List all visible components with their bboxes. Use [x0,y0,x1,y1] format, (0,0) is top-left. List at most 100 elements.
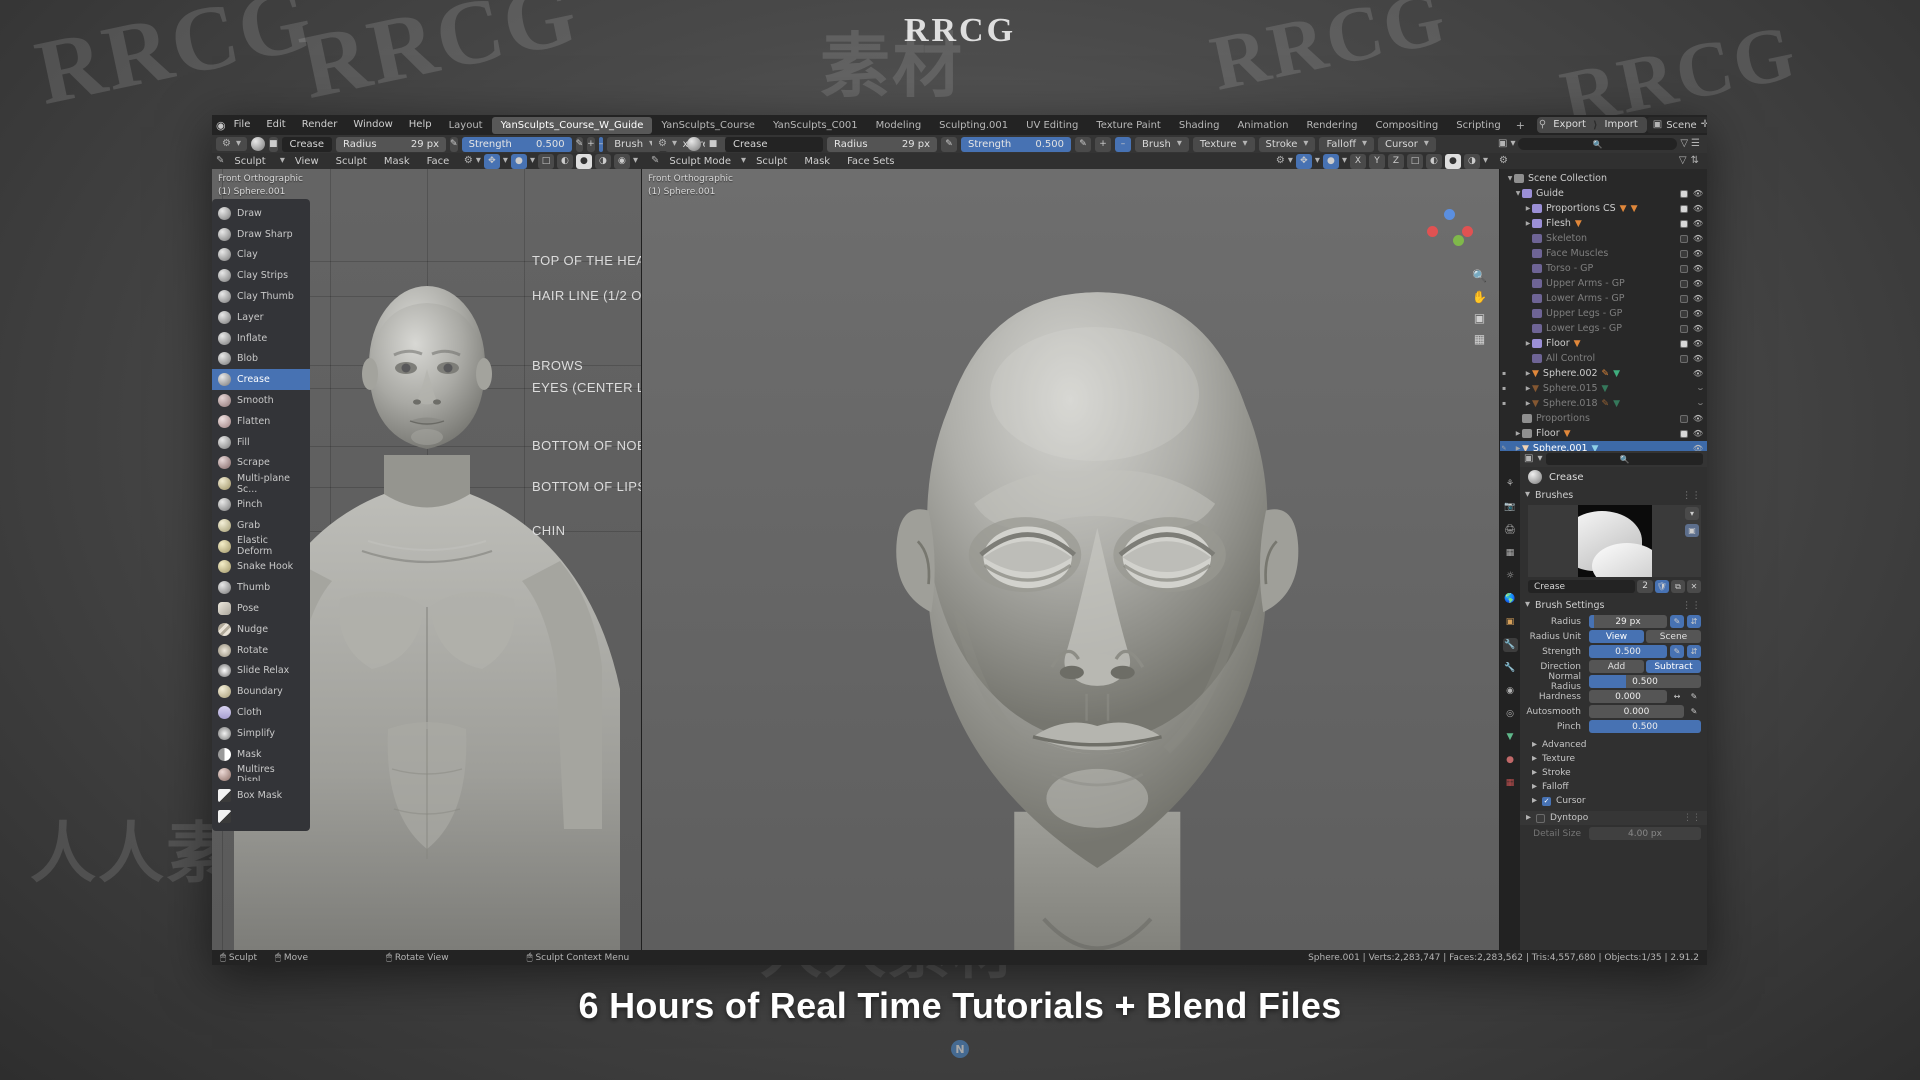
tab-yansculpts-course-w-guide[interactable]: YanSculpts_Course_W_Guide [491,116,653,134]
shading-solid-active-icon[interactable]: ● [1444,153,1461,169]
autosmooth-pressure-icon[interactable]: ✎ [1687,705,1701,718]
left-radius-slider[interactable]: Radius 29 px [336,136,447,152]
radius-slider[interactable]: 29 px [1589,615,1667,628]
outliner-row-upper-arms-gp[interactable]: Upper Arms - GP 👁 [1500,276,1707,291]
brush-tool-more[interactable] [212,806,310,827]
proportional-edit-icon[interactable]: ✥ [483,153,500,169]
left-direction-subtract-button[interactable]: – [598,136,604,152]
hardness-slider[interactable]: 0.000 [1589,690,1667,703]
gizmo-x-negative[interactable] [1427,226,1438,237]
menu-file[interactable]: File [226,116,259,134]
brush-tool-simplify[interactable]: Simplify [212,723,310,744]
outliner-row-lower-arms-gp[interactable]: Lower Arms - GP 👁 [1500,291,1707,306]
right-falloff-menu[interactable]: Falloff ▾ [1319,136,1374,152]
brush-tool-clay-thumb[interactable]: Clay Thumb [212,286,310,307]
outliner-row-guide[interactable]: ▼ Guide 👁 [1500,186,1707,201]
brush-tool-rotate[interactable]: Rotate [212,640,310,661]
eye-icon[interactable]: 👁 [1693,339,1703,348]
right-menu-sculpt[interactable]: Sculpt [749,154,794,169]
shading-solid-active-icon[interactable]: ● [575,153,592,169]
checkbox-enable[interactable] [1679,414,1688,423]
expand-icon[interactable]: ▶ [1514,445,1522,451]
checkbox-enable[interactable] [1679,354,1688,363]
menu-window[interactable]: Window [345,116,400,134]
outliner-row-floor-collection[interactable]: ▶ Floor ▼ 👁 [1500,336,1707,351]
new-scene-icon[interactable]: ✛ [1701,120,1707,130]
outliner-row-proportions[interactable]: Proportions 👁 [1500,411,1707,426]
eye-icon[interactable]: 👁 [1693,294,1703,303]
radius-pressure-icon[interactable]: ✎ [1670,615,1684,628]
shading-wireframe-icon[interactable]: □ [537,153,554,169]
outliner-row-sphere-018[interactable]: ▪ ▶ ▼ Sphere.018 ✎ ▼ ⌣ [1500,396,1707,411]
brush-tool-scrape[interactable]: Scrape [212,453,310,474]
advanced-section[interactable]: ▸ Advanced [1520,738,1707,752]
texture-section[interactable]: ▸ Texture [1520,752,1707,766]
outliner-row-skeleton[interactable]: Skeleton 👁 [1500,231,1707,246]
left-radius-pressure-toggle[interactable]: ✎ [450,136,458,152]
viewport-front-left[interactable]: TOP OF THE HEAD HAIR LINE (1/2 OF BROWS … [212,169,642,950]
brush-tool-box-mask[interactable]: Box Mask [212,785,310,806]
strength-row[interactable]: Strength 0.500 ✎ ⇵ [1524,645,1701,658]
right-radius-slider[interactable]: Radius 29 px [827,136,937,152]
tab-material[interactable]: ● [1503,753,1518,767]
checkbox-enable[interactable] [1679,249,1688,258]
eye-icon[interactable]: 👁 [1693,219,1703,228]
tab-modeling[interactable]: Modeling [867,117,931,134]
zoom-icon[interactable]: 🔍 [1472,269,1487,283]
snap-icon[interactable]: ⚙ [464,156,473,166]
tab-output[interactable]: 🖨 [1503,523,1518,537]
normal-radius-row[interactable]: Normal Radius 0.500 [1524,672,1701,692]
brush-tool-fill[interactable]: Fill [212,432,310,453]
brush-tool-clay[interactable]: Clay [212,245,310,266]
checkbox-enable[interactable] [1679,219,1688,228]
expand-icon[interactable]: ▼ [1506,175,1514,182]
tab-yansculpts-c001[interactable]: YanSculpts_C001 [764,117,867,134]
select-dot-icon[interactable]: ▪ [1500,370,1508,377]
right-brush-browse-button[interactable]: ■ [705,136,721,152]
outliner-row-sphere-015[interactable]: ▪ ▶ ▼ Sphere.015 ▼ ⌣ [1500,381,1707,396]
shading-material-icon[interactable]: ◐ [1425,153,1442,169]
proportional-edit-icon[interactable]: ✥ [1295,153,1312,169]
overlay-x-icon[interactable]: X [1349,153,1366,169]
radius-unified-icon[interactable]: ⇵ [1687,615,1701,628]
left-mode-selector[interactable]: Sculpt Mode [227,154,276,182]
tab-tool[interactable]: ⚘ [1503,477,1518,491]
properties-search-input[interactable]: 🔍 [1546,453,1703,465]
overlay-z-icon[interactable]: Z [1387,153,1404,169]
tab-view-layer[interactable]: ▦ [1503,546,1518,560]
brush-tool-boundary[interactable]: Boundary [212,681,310,702]
right-direction-add-button[interactable]: + [1095,136,1111,152]
outliner-panel[interactable]: ▼ Scene Collection ▼ Guide 👁 ▶ Proportions C… [1500,169,1707,451]
blender-logo-icon[interactable]: ◉ [216,119,226,132]
eye-icon[interactable]: 👁 [1693,189,1703,198]
brush-tool-layer[interactable]: Layer [212,307,310,328]
expand-icon[interactable]: ▶ [1524,205,1532,212]
falloff-section[interactable]: ▸ Falloff [1520,780,1707,794]
un-link-icon[interactable]: ✕ [1687,580,1701,593]
expand-icon[interactable]: ▼ [1514,190,1522,197]
hardness-arrows-icon[interactable]: ↔ [1670,690,1684,703]
tab-texture-paint[interactable]: Texture Paint [1087,117,1170,134]
eye-icon[interactable]: 👁 [1693,249,1703,258]
brush-tool-pinch[interactable]: Pinch [212,494,310,515]
brush-tool-nudge[interactable]: Nudge [212,619,310,640]
checkbox-enable[interactable] [1679,294,1688,303]
autosmooth-row[interactable]: Autosmooth 0.000 ✎ [1524,705,1701,718]
brush-tool-draw[interactable]: Draw [212,203,310,224]
shading-rendered-icon[interactable]: ◑ [1463,153,1480,169]
brush-tool-clay-strips[interactable]: Clay Strips [212,265,310,286]
expand-icon[interactable]: ▶ [1524,340,1532,347]
expand-icon[interactable]: ▶ [1524,220,1532,227]
left-active-brush-icon[interactable] [251,137,265,151]
eye-icon[interactable]: 👁 [1693,279,1703,288]
cursor-section[interactable]: ▸ ✓ Cursor [1520,794,1707,808]
radius-unit-row[interactable]: Radius Unit View Scene [1524,630,1701,643]
brush-users-count[interactable]: 2 [1637,580,1653,593]
dyntopo-checkbox[interactable] [1536,813,1546,823]
pinch-row[interactable]: Pinch 0.500 [1524,720,1701,733]
brush-tool-flatten[interactable]: Flatten [212,411,310,432]
brush-tool-crease[interactable]: Crease [212,369,310,391]
outliner-row-upper-legs-gp[interactable]: Upper Legs - GP 👁 [1500,306,1707,321]
eye-icon[interactable]: 👁 [1693,324,1703,333]
right-brush-name-field[interactable]: Crease [725,136,823,152]
